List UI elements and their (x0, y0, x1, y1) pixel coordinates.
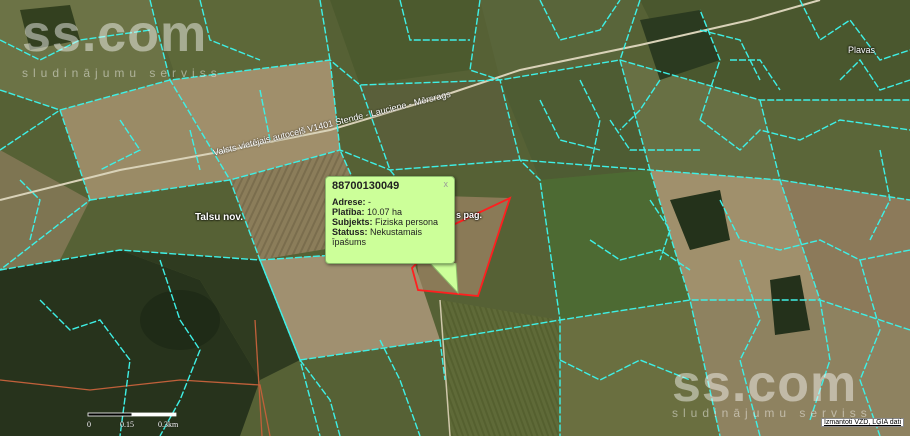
map-view[interactable]: ss.com sludinājumu serviss ss.com sludin… (0, 0, 910, 436)
parish-label-fragment: s pag. (456, 210, 483, 220)
popup-title: 88700130049 (332, 180, 400, 192)
popup-row-status: Statuss: Nekustamais īpašums (332, 227, 448, 247)
popup-label: Statuss: (332, 227, 368, 237)
popup-label: Platība: (332, 207, 365, 217)
popup-row-address: Adrese: - (332, 197, 448, 207)
parcel-info-popup: x 88700130049 Adrese: - Platība: 10.07 h… (325, 176, 455, 264)
close-icon[interactable]: x (444, 179, 449, 189)
watermark-logo-bottom: ss.com (672, 355, 858, 413)
scale-label-end: 0.3km (158, 420, 179, 429)
popup-value: 10.07 ha (364, 207, 403, 217)
watermark-subtitle-top: sludinājumu serviss (22, 66, 222, 80)
popup-row-area: Platība: 10.07 ha (332, 207, 448, 217)
data-credit-link[interactable]: Izmantoti VZD, LĢIA dati (820, 418, 904, 427)
place-label-talsu: Talsu nov. (195, 212, 243, 223)
watermark-logo-top: ss.com (22, 5, 208, 63)
scale-label-0: 0 (87, 420, 91, 429)
scale-label-mid: 0.15 (120, 420, 134, 429)
scale-bar (87, 412, 177, 417)
popup-value: - (365, 197, 372, 207)
place-label-plavas: Plavas (848, 45, 876, 55)
popup-label: Adrese: (332, 197, 366, 207)
popup-pointer (430, 263, 459, 295)
popup-label: Subjekts: (332, 217, 373, 227)
popup-row-subject: Subjekts: Fiziska persona (332, 217, 448, 227)
popup-value: Fiziska persona (372, 217, 439, 227)
